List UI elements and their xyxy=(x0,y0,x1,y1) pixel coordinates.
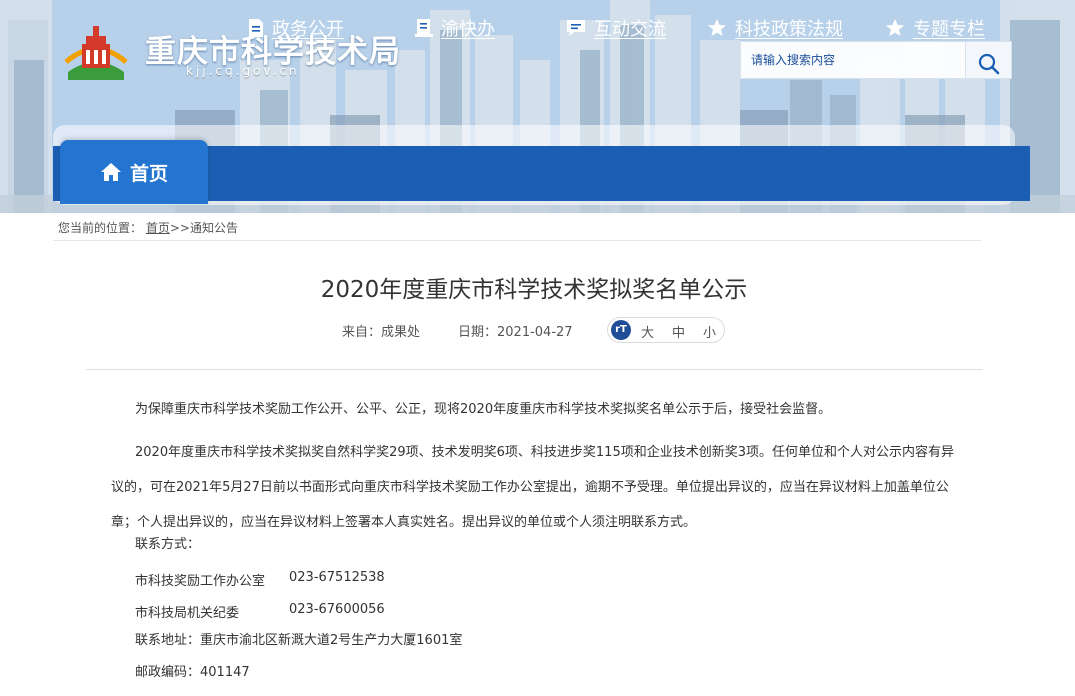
contact-postcode: 邮政编码：401147 xyxy=(135,665,250,680)
nav-item-label: 互动交流 xyxy=(594,18,666,40)
breadcrumb-home-link[interactable]: 首页 xyxy=(146,221,170,235)
font-size-icon: rT xyxy=(611,320,631,340)
contact-row: 市科技奖励工作办公室 023-67512538 xyxy=(135,570,385,589)
book-icon xyxy=(415,18,433,37)
star-icon xyxy=(708,18,726,36)
breadcrumb-prefix: 您当前的位置： xyxy=(58,221,143,235)
contact-address: 联系地址：重庆市渝北区新溉大道2号生产力大厦1601室 xyxy=(135,633,463,648)
contact-name: 市科技局机关纪委 xyxy=(135,606,240,621)
font-size-switcher: rT 大 中 小 xyxy=(607,317,725,343)
nav-item-policy-regulations[interactable]: 科技政策法规 xyxy=(707,0,843,55)
article-source: 来自：成果处 xyxy=(342,325,421,340)
article-title: 2020年度重庆市科学技术奖拟奖名单公示 xyxy=(320,277,748,303)
site-domain: kjj.cq.gov.cn xyxy=(186,64,300,78)
contact-row: 市科技局机关纪委 023-67600056 xyxy=(135,602,385,621)
article-paragraph-intro: 为保障重庆市科学技术奖励工作公开、公平、公正，现将2020年度重庆市科学技术奖拟… xyxy=(135,402,832,417)
contact-heading: 联系方式： xyxy=(135,537,201,552)
nav-item-home[interactable]: 首页 xyxy=(60,140,208,204)
contact-name: 市科技奖励工作办公室 xyxy=(135,574,266,589)
nav-item-label: 首页 xyxy=(129,162,168,185)
document-icon xyxy=(249,18,263,37)
nav-item-label: 政务公开 xyxy=(272,18,344,40)
home-icon xyxy=(100,163,121,181)
contact-phone: 023-67512538 xyxy=(289,570,385,585)
chat-icon xyxy=(567,19,585,36)
nav-item-label: 专题专栏 xyxy=(913,18,985,40)
breadcrumb-current: 通知公告 xyxy=(189,221,238,235)
nav-item-interaction[interactable]: 互动交流 xyxy=(566,0,666,55)
search-icon xyxy=(978,53,999,74)
breadcrumb-separator: >> xyxy=(169,221,190,235)
article-divider xyxy=(86,369,983,370)
article-paragraph-details: 2020年度重庆市科学技术奖拟奖自然科学奖29项、技术发明奖6项、科技进步奖11… xyxy=(111,445,954,530)
article-date: 日期：2021-04-27 xyxy=(458,325,573,340)
nav-item-government-affairs[interactable]: 政务公开 xyxy=(248,0,344,55)
nav-item-yukuaiban[interactable]: 渝快办 xyxy=(415,0,495,55)
star-icon xyxy=(886,18,904,36)
contact-phone: 023-67600056 xyxy=(289,602,385,617)
font-size-small[interactable]: 小 xyxy=(703,322,716,341)
nav-item-special-topics[interactable]: 专题专栏 xyxy=(885,0,985,55)
font-size-medium[interactable]: 中 xyxy=(672,322,685,341)
font-size-large[interactable]: 大 xyxy=(641,322,654,341)
breadcrumb-divider xyxy=(53,240,981,241)
nav-item-label: 科技政策法规 xyxy=(735,18,843,40)
breadcrumb: 您当前的位置： 首页>>通知公告 xyxy=(58,219,238,236)
gov-logo xyxy=(64,26,128,80)
nav-item-label: 渝快办 xyxy=(441,18,495,40)
